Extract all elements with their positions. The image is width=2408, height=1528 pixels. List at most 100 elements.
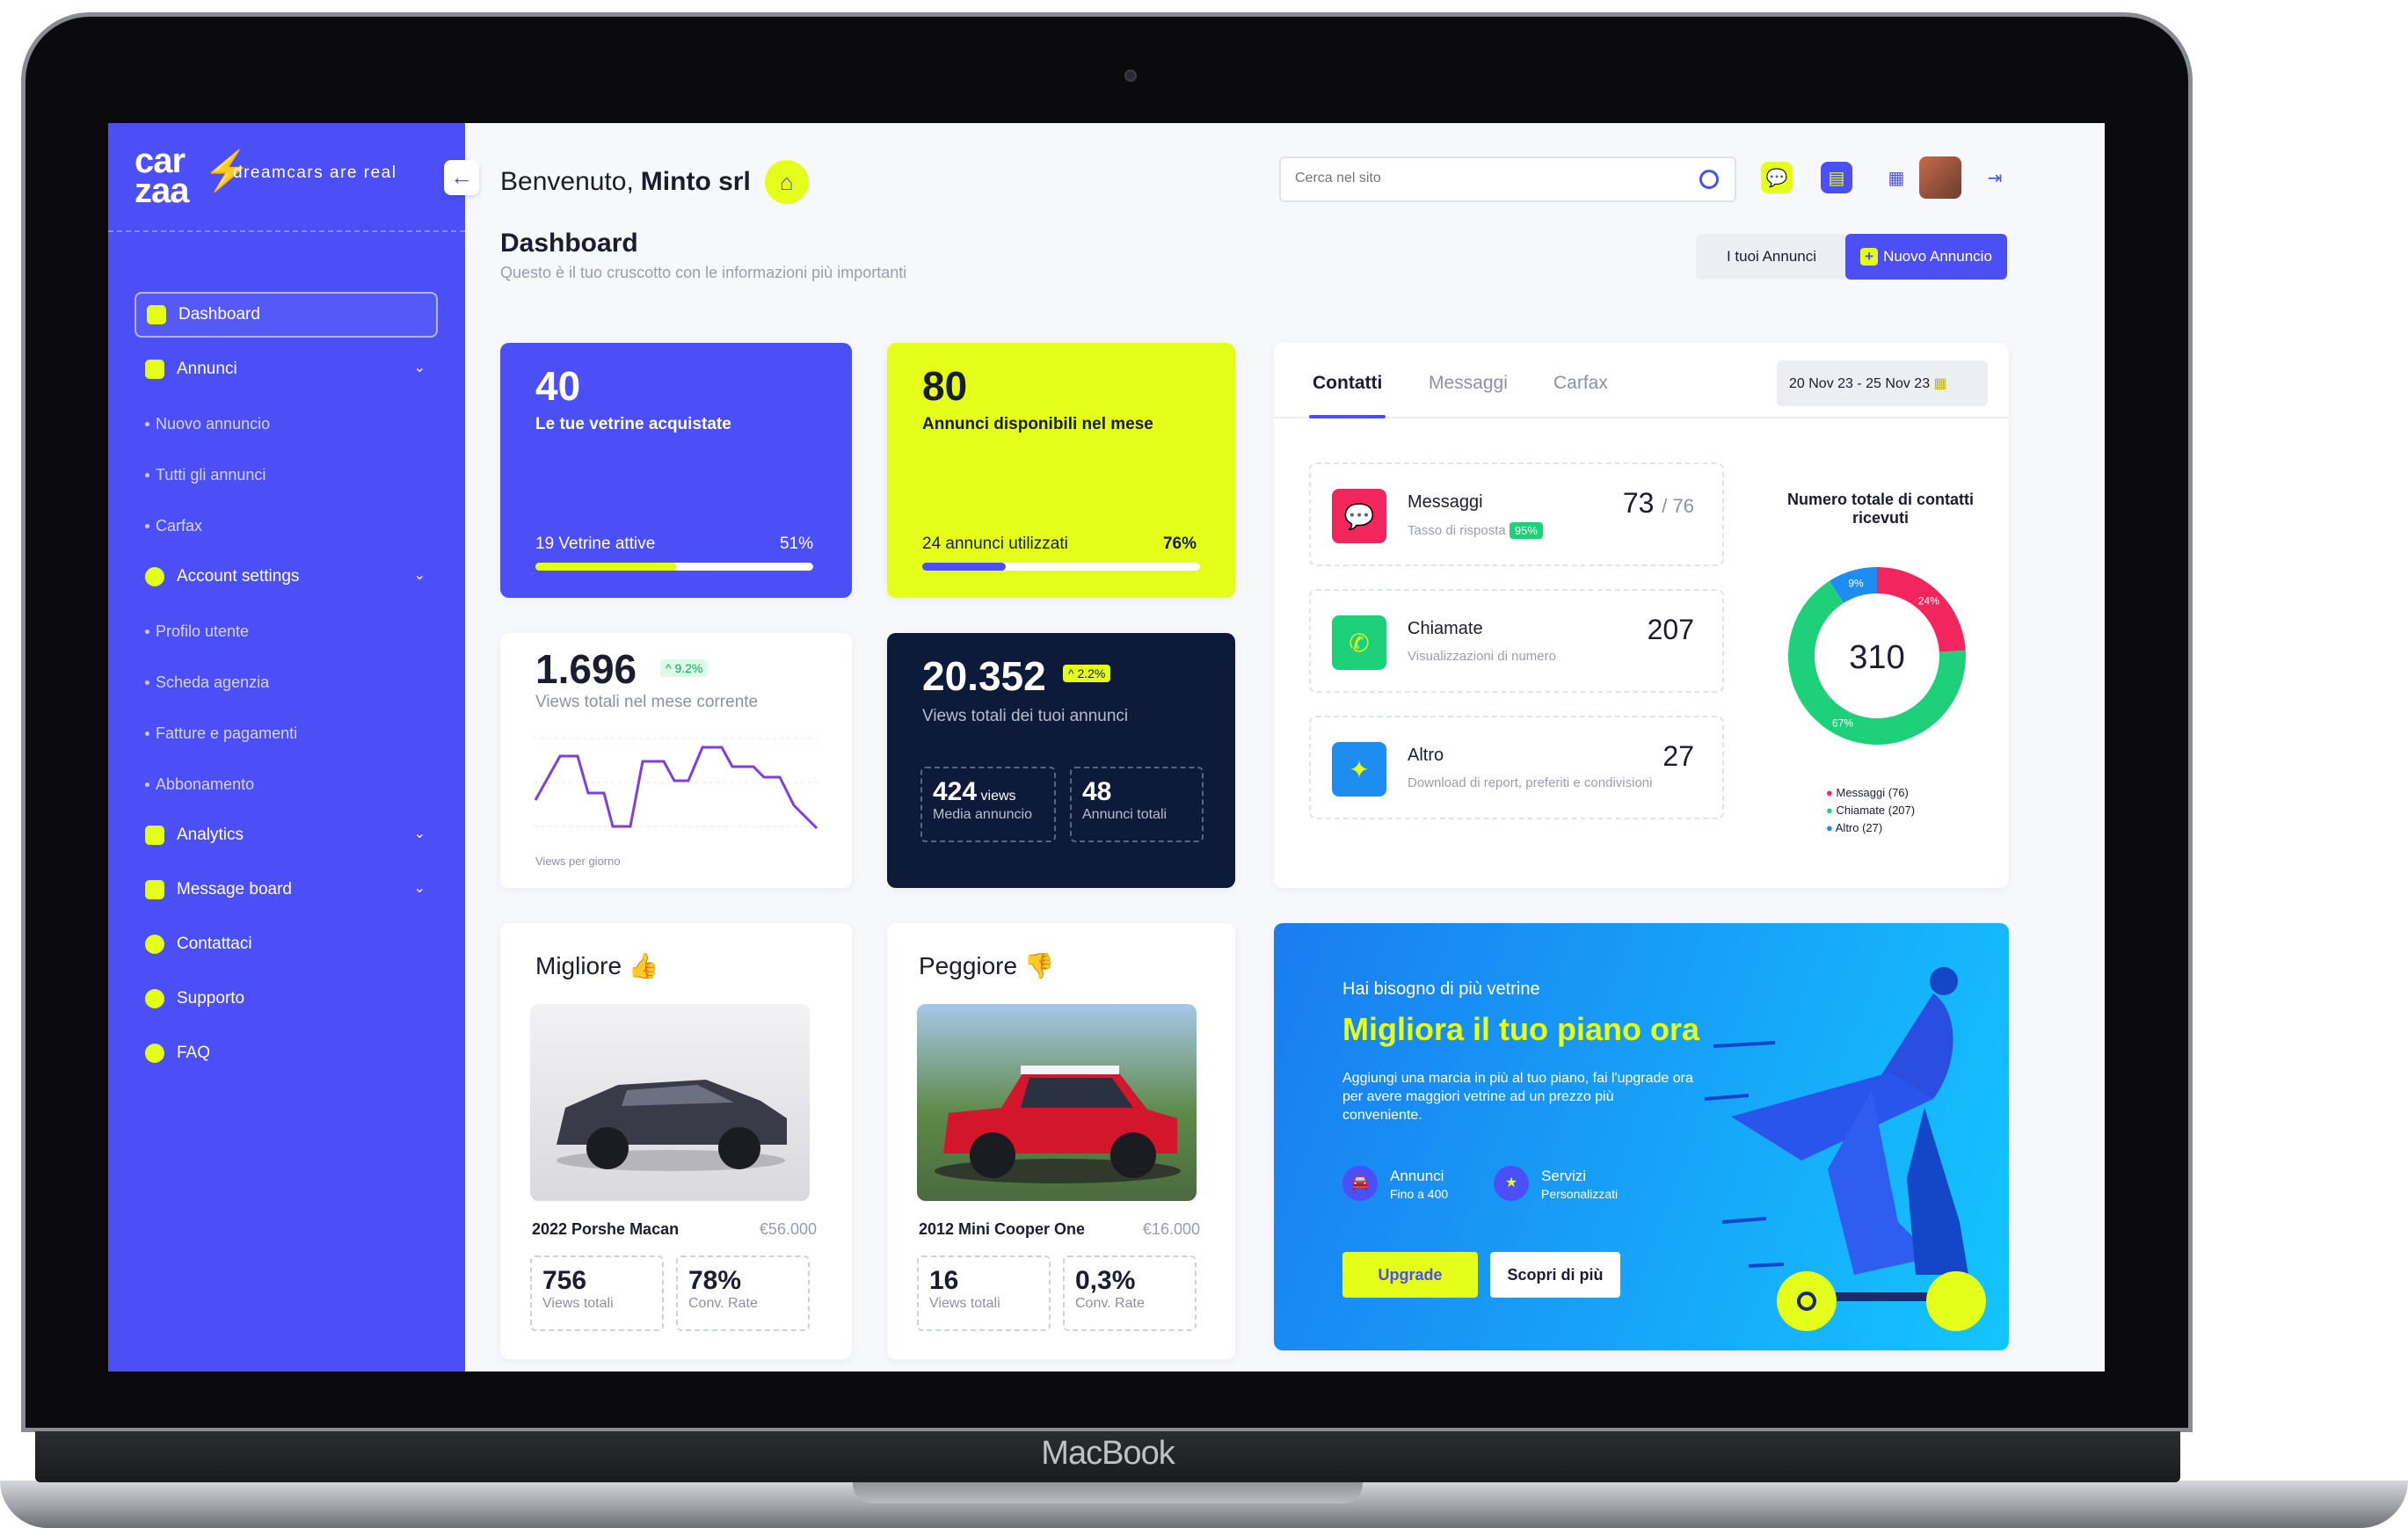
views-delta-badge: ^ 9.2%: [660, 659, 709, 677]
annunci-label: Annunci disponibili nel mese: [922, 415, 1153, 433]
total-views-card: 20.352 ^ 2.2% Views totali dei tuoi annu…: [887, 633, 1235, 888]
response-rate-badge: 95%: [1509, 522, 1543, 539]
camera: [1124, 69, 1137, 82]
sidebar-item-tutti-annunci[interactable]: Tutti gli annunci: [135, 452, 438, 498]
views-label: Views totali: [542, 1296, 614, 1311]
welcome-text: Benvenuto, Minto srl ⌂: [500, 160, 809, 204]
date-range-picker[interactable]: 20 Nov 23 - 25 Nov 23 ▦: [1777, 360, 1988, 406]
row-subtitle: Tasso di risposta: [1408, 523, 1506, 538]
feature-1-title: Annunci: [1390, 1168, 1444, 1184]
tab-contatti[interactable]: Contatti: [1308, 373, 1386, 418]
views-label: Views totali: [929, 1296, 1000, 1311]
logo[interactable]: car zaa ⚡: [135, 143, 251, 208]
sidebar-item-scheda[interactable]: Scheda agenzia: [135, 659, 438, 705]
sidebar: car zaa ⚡ dreamcars are real Dashboard A…: [108, 123, 465, 1372]
message-icon: 💬: [1332, 489, 1386, 543]
legend-item: ● Chiamate (207): [1826, 802, 1915, 819]
app-screen: car zaa ⚡ dreamcars are real Dashboard A…: [108, 123, 2105, 1372]
vetrine-card: 40 Le tue vetrine acquistate 19 Vetrine …: [500, 343, 852, 598]
search-input[interactable]: [1281, 158, 1668, 199]
contacts-panel: Contatti Messaggi Carfax 20 Nov 23 - 25 …: [1274, 343, 2009, 888]
upgrade-button[interactable]: Upgrade: [1342, 1252, 1478, 1298]
sidebar-item-account-settings[interactable]: Account settings ⌄: [135, 554, 438, 600]
sidebar-item-label: Message board: [177, 880, 292, 899]
views-value: 16: [929, 1266, 959, 1295]
grid-icon[interactable]: ▦: [1881, 162, 1912, 193]
sidebar-item-annunci[interactable]: Annunci ⌄: [135, 346, 438, 392]
sidebar-item-carfax[interactable]: Carfax: [135, 503, 438, 549]
sidebar-item-nuovo-annuncio[interactable]: Nuovo annuncio: [135, 401, 438, 447]
logout-icon[interactable]: ⇥: [1979, 162, 2011, 193]
home-icon[interactable]: ⌂: [764, 160, 809, 204]
calendar-icon: ▦: [1933, 376, 1947, 391]
new-ad-button[interactable]: + Nuovo Annuncio: [1845, 234, 2007, 280]
car-name: 2022 Porshe Macan: [532, 1220, 680, 1238]
thumbs-up-icon: 👍: [628, 952, 659, 979]
welcome-label: Benvenuto,: [500, 167, 634, 196]
sidebar-item-abbonamento[interactable]: Abbonamento: [135, 761, 438, 807]
legend-dot: ●: [1826, 821, 1833, 834]
annunci-value: 80: [922, 363, 968, 409]
calendar-icon[interactable]: ▤: [1821, 162, 1852, 193]
contacts-donut: 310 24% 67% 9%: [1788, 567, 1966, 745]
sidebar-item-label: Nuovo annuncio: [156, 414, 271, 433]
vetrine-progress: [535, 563, 813, 571]
sidebar-item-fatture[interactable]: Fatture e pagamenti: [135, 710, 438, 756]
legend-item: ● Messaggi (76): [1826, 784, 1915, 802]
sidebar-item-supporto[interactable]: Supporto: [135, 976, 438, 1022]
legend-item: ● Altro (27): [1826, 819, 1915, 837]
row-value: 73: [1622, 487, 1655, 519]
message-icon: [145, 880, 164, 899]
annunci-pct: 76%: [1162, 535, 1197, 553]
car-illustration: [935, 1066, 1181, 1183]
sidebar-item-analytics[interactable]: Analytics ⌄: [135, 812, 438, 858]
car-image[interactable]: [917, 1004, 1197, 1201]
new-ad-label: Nuovo Annuncio: [1883, 248, 1992, 265]
total-views-label: Views totali dei tuoi annunci: [922, 707, 1129, 725]
views-sparkline: [534, 738, 818, 830]
tab-messaggi[interactable]: Messaggi: [1429, 373, 1508, 394]
learn-more-button[interactable]: Scopri di più: [1490, 1252, 1620, 1298]
donut-slice-label: 24%: [1918, 594, 1939, 607]
views-axis-label: Views per giorno: [535, 855, 621, 868]
media-unit: views: [980, 789, 1016, 804]
sidebar-item-label: Supporto: [177, 989, 245, 1008]
sidebar-item-label: Profilo utente: [156, 622, 250, 640]
contacts-tabs: Contatti Messaggi Carfax 20 Nov 23 - 25 …: [1274, 343, 2009, 418]
views-stat: 756 Views totali: [530, 1255, 664, 1331]
avatar[interactable]: [1919, 156, 1961, 199]
search-box[interactable]: [1279, 156, 1736, 202]
sidebar-item-label: Scheda agenzia: [156, 673, 270, 691]
sidebar-nav: Dashboard Annunci ⌄ Nuovo annuncio Tutti …: [135, 292, 438, 1085]
my-ads-button[interactable]: I tuoi Annunci: [1696, 234, 1847, 280]
donut-slice-label: 67%: [1832, 717, 1853, 730]
chevron-down-icon: ⌄: [413, 568, 426, 583]
chevron-down-icon: ⌄: [413, 826, 426, 841]
legend-dot: ●: [1826, 786, 1833, 799]
sidebar-item-faq[interactable]: FAQ: [135, 1030, 438, 1076]
feature-1-sub: Fino a 400: [1390, 1187, 1449, 1201]
row-title: Chiamate: [1408, 619, 1483, 638]
sidebar-item-profilo[interactable]: Profilo utente: [135, 608, 438, 654]
chat-icon[interactable]: 💬: [1761, 162, 1793, 193]
collapse-sidebar-button[interactable]: ←: [444, 160, 479, 195]
row-subtitle: Visualizzazioni di numero: [1408, 649, 1556, 664]
sidebar-item-contattaci[interactable]: Contattaci: [135, 921, 438, 967]
sidebar-item-label: FAQ: [177, 1044, 211, 1062]
promo-kicker: Hai bisogno di più vetrine: [1342, 979, 1540, 999]
search-icon[interactable]: [1699, 170, 1719, 189]
contact-row-altro: ✦ Altro Download di report, preferiti e …: [1309, 716, 1724, 819]
legend-label: Chiamate (207): [1836, 804, 1916, 817]
sidebar-item-label: Contattaci: [177, 935, 252, 953]
tab-carfax[interactable]: Carfax: [1553, 373, 1608, 394]
sidebar-item-message-board[interactable]: Message board ⌄: [135, 867, 438, 913]
worst-title: Peggiore: [919, 952, 1018, 979]
tagline: dreamcars are real: [233, 164, 397, 182]
car-image[interactable]: [530, 1004, 810, 1201]
vetrine-value: 40: [535, 363, 581, 409]
sidebar-item-dashboard[interactable]: Dashboard: [135, 292, 438, 338]
sidebar-item-label: Dashboard: [178, 305, 260, 324]
car-icon: [145, 360, 164, 379]
promo-text: Aggiungi una marcia in più al tuo piano,…: [1342, 1071, 1693, 1123]
sidebar-item-label: Analytics: [177, 826, 244, 844]
